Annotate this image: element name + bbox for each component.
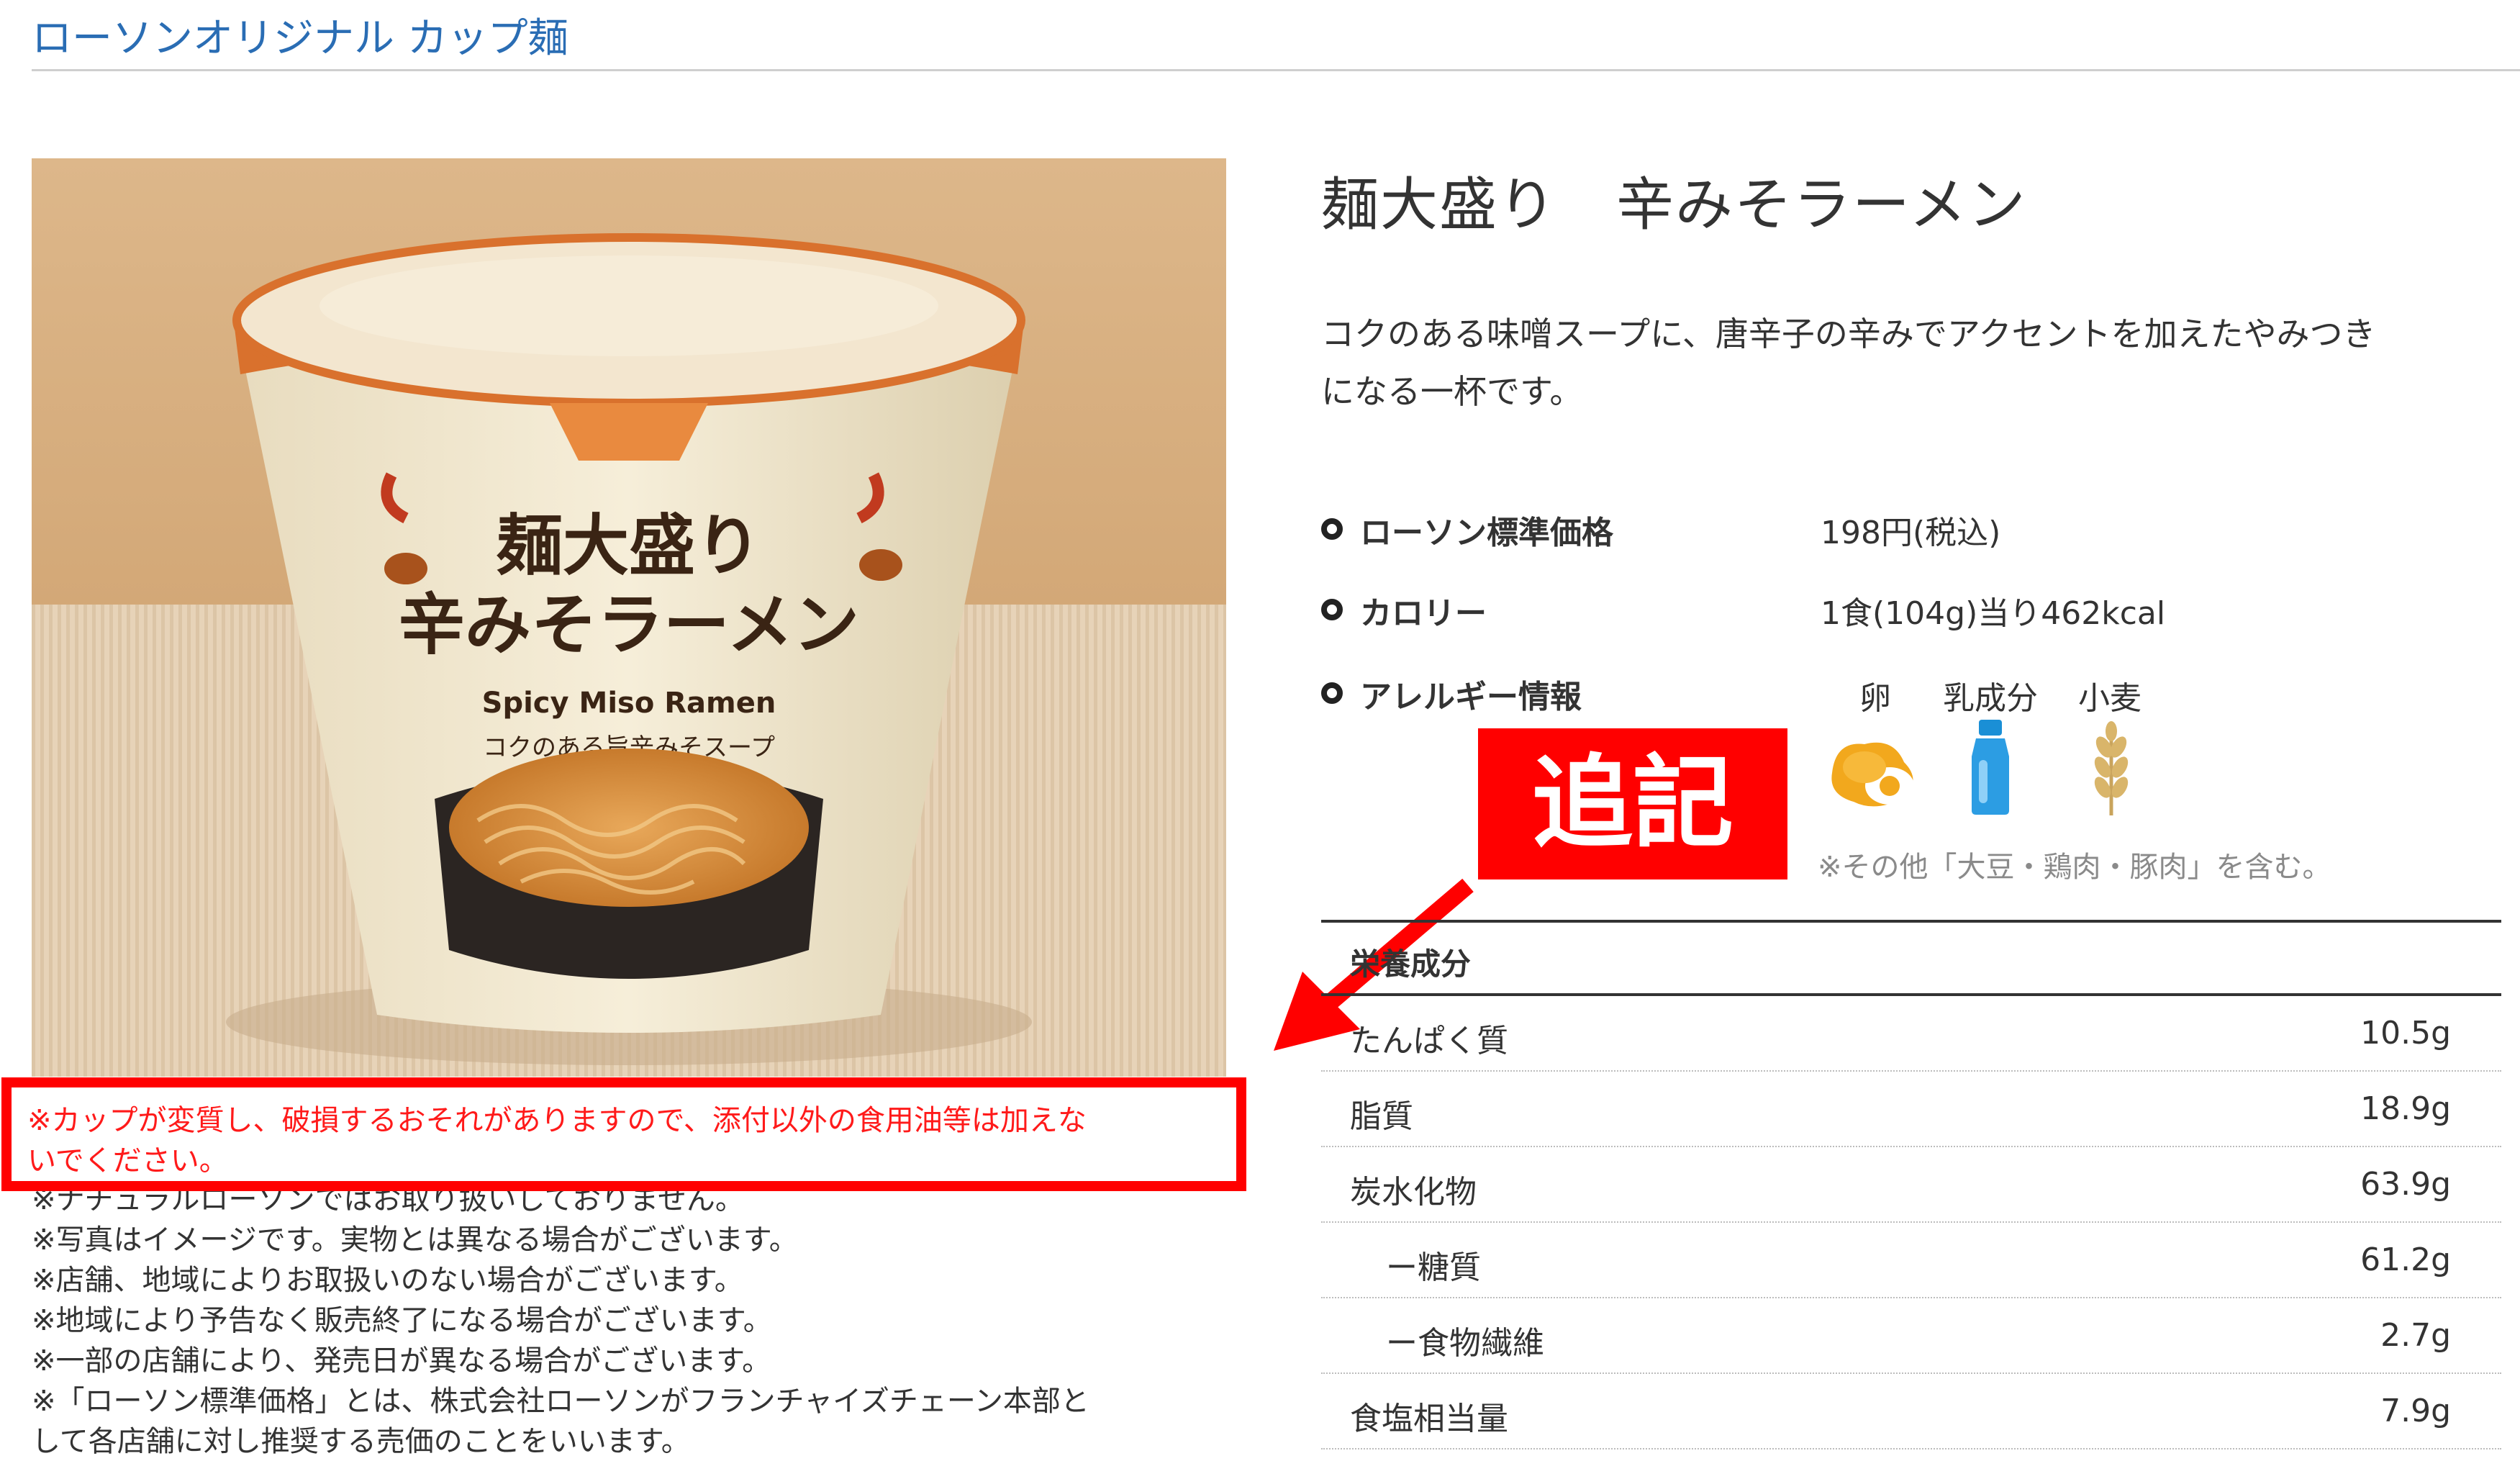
nutrition-row: たんぱく質 10.5g — [1321, 996, 2501, 1072]
spec-label: アレルギー情報 — [1360, 679, 1582, 715]
nutrition-row: ー食物繊維 2.7g — [1321, 1298, 2501, 1374]
warning-line: いでください。 — [27, 1144, 228, 1177]
allergen-label-wheat: 小麦 — [2078, 680, 2141, 717]
nutrient-value: 7.9g — [2380, 1393, 2451, 1429]
package-name-line2: 辛みそラーメン — [399, 586, 859, 664]
note-line: ※店舗、地域によりお取扱いのない場合がございます。 — [32, 1264, 743, 1297]
nutrient-value: 63.9g — [2360, 1166, 2451, 1203]
nutrient-name: ー食物繊維 — [1386, 1325, 1544, 1362]
nutrient-value: 2.7g — [2380, 1317, 2451, 1354]
allergen-label-milk: 乳成分 — [1943, 680, 2038, 717]
package-english-name: Spicy Miso Ramen — [482, 687, 776, 720]
spec-value: 1食(104g)当り462kcal — [1821, 595, 2166, 632]
nutrition-row: 炭水化物 63.9g — [1321, 1147, 2501, 1223]
header-divider — [32, 69, 2520, 71]
product-title: 麺大盛り 辛みそラーメン — [1321, 171, 2027, 238]
spec-label: カロリー — [1360, 595, 1487, 632]
nutrition-header: 栄養成分 — [1321, 920, 2501, 996]
product-description-line: コクのある味噌スープに、唐辛子の辛みでアクセントを加えたやみつき — [1321, 315, 2376, 353]
bullet-icon — [1321, 518, 1343, 540]
note-line: ※「ローソン標準価格」とは、株式会社ローソンがフランチャイズチェーン本部と — [32, 1385, 1089, 1418]
bullet-icon — [1321, 599, 1343, 620]
nutrition-row: ー糖質 61.2g — [1321, 1223, 2501, 1298]
nutrition-row: 食塩相当量 7.9g — [1321, 1374, 2501, 1449]
product-photo: 麺大盛り 辛みそラーメン Spicy Miso Ramen コクのある旨辛みそス… — [32, 158, 1226, 1077]
nutrition-title: 栄養成分 — [1350, 946, 1472, 982]
nutrient-name: 食塩相当量 — [1350, 1401, 1508, 1437]
warning-line: ※カップが変質し、破損するおそれがありますので、添付以外の食用油等は加えな — [27, 1104, 1087, 1137]
nutrient-value: 61.2g — [2360, 1241, 2451, 1278]
package-name-line1: 麺大盛り — [497, 507, 761, 584]
allergen-note: ※その他「大豆・鶏肉・豚肉」を含む。 — [1818, 851, 2331, 884]
nutrition-table: 栄養成分 たんぱく質 10.5g 脂質 18.9g 炭水化物 63.9g ー糖質… — [1321, 920, 2501, 1449]
nutrient-name: たんぱく質 — [1350, 1023, 1508, 1059]
bullet-icon — [1321, 682, 1343, 704]
nutrient-value: 18.9g — [2360, 1090, 2451, 1127]
note-line: ※地域により予告なく販売終了になる場合がございます。 — [32, 1304, 772, 1337]
note-line: して各店舗に対し推奨する売価のことをいいます。 — [32, 1425, 690, 1458]
nutrient-name: 脂質 — [1350, 1098, 1413, 1135]
product-description-line: になる一杯です。 — [1321, 372, 1583, 411]
wheat-icon — [2075, 718, 2147, 822]
annotation-label: 追記 — [1478, 728, 1787, 879]
nutrient-value: 10.5g — [2360, 1015, 2451, 1051]
egg-icon — [1825, 723, 1926, 819]
nutrition-row: 脂質 18.9g — [1321, 1072, 2501, 1147]
note-line: ※写真はイメージです。実物とは異なる場合がございます。 — [32, 1224, 798, 1257]
allergen-label-egg: 卵 — [1859, 680, 1891, 717]
spec-value: 198円(税込) — [1821, 515, 2001, 551]
category-title[interactable]: ローソンオリジナル カップ麺 — [32, 6, 568, 64]
spec-label: ローソン標準価格 — [1360, 515, 1613, 551]
milk-bottle-icon — [1962, 717, 2019, 820]
nutrient-name: ー糖質 — [1386, 1249, 1481, 1286]
warning-callout: ※カップが変質し、破損するおそれがありますので、添付以外の食用油等は加えな いで… — [1, 1077, 1246, 1191]
nutrient-name: 炭水化物 — [1350, 1174, 1477, 1211]
note-line: ※一部の店舗により、発売日が異なる場合がございます。 — [32, 1344, 771, 1378]
